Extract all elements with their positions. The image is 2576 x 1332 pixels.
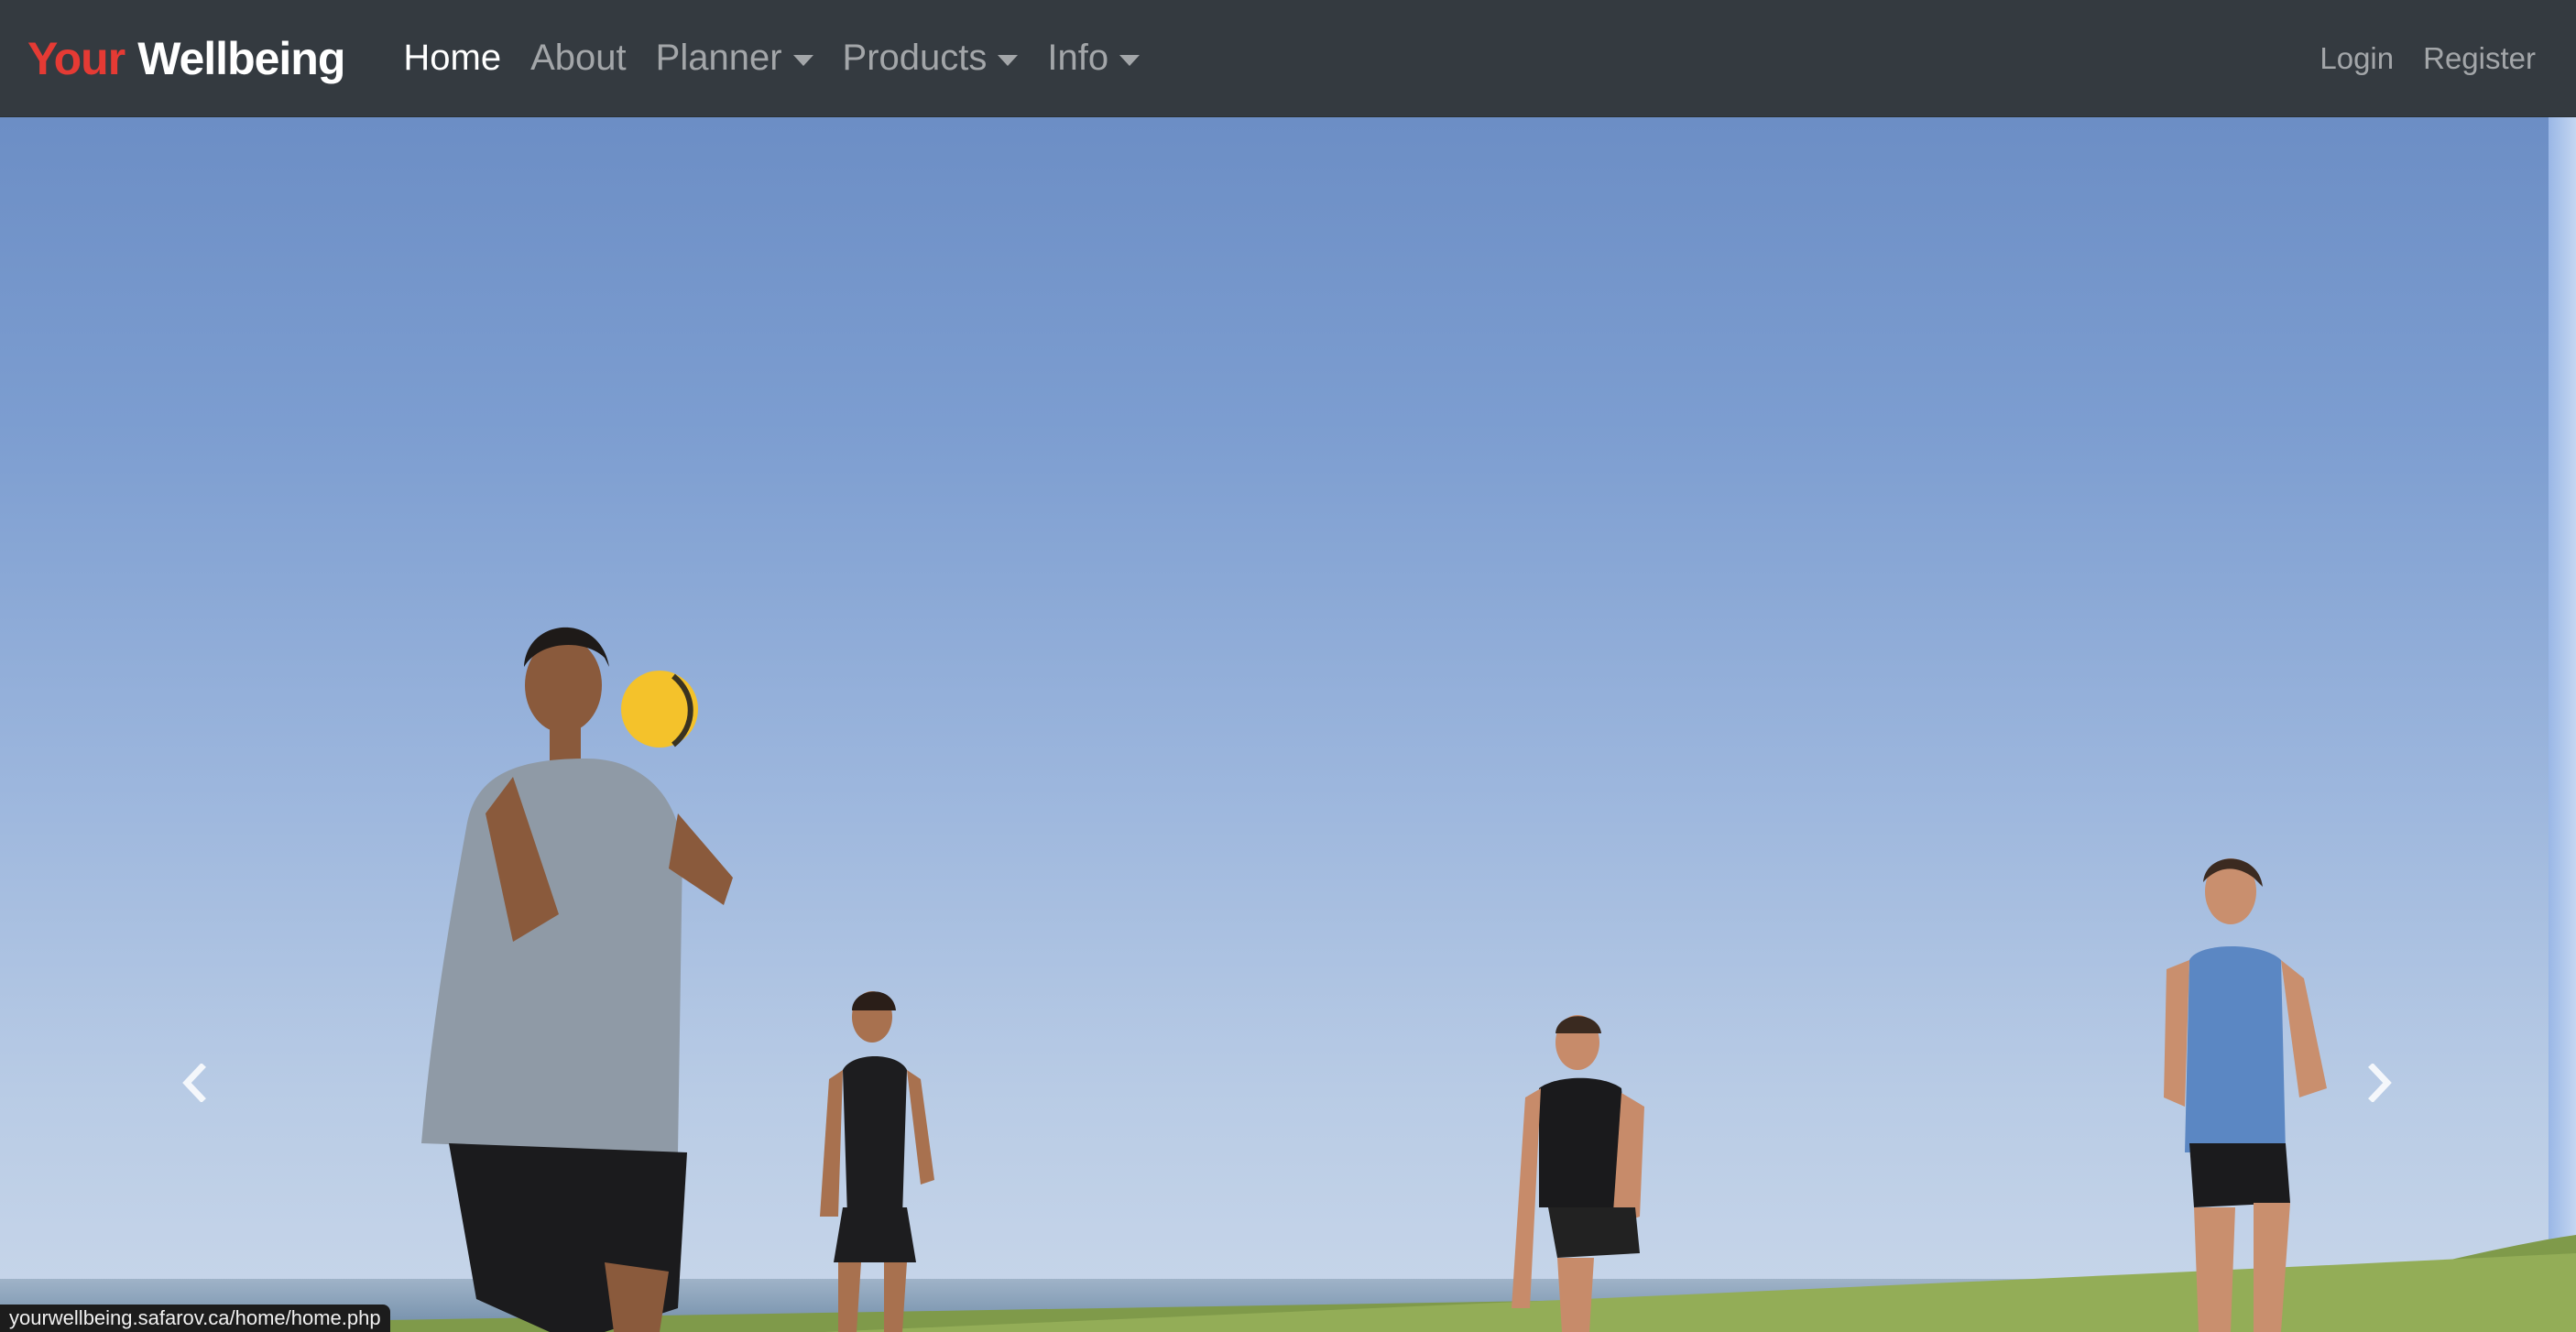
chevron-right-icon	[2368, 1064, 2392, 1102]
carousel-prev-button[interactable]	[170, 1055, 216, 1110]
nav-planner-dropdown[interactable]: Planner	[641, 38, 828, 79]
login-link[interactable]: Login	[2305, 41, 2408, 76]
nav-products-label: Products	[842, 38, 988, 78]
player-woman-black	[820, 991, 934, 1332]
nav-about[interactable]: About	[516, 38, 641, 79]
brand-wellbeing: Wellbeing	[137, 32, 345, 84]
nav-products-dropdown[interactable]: Products	[828, 38, 1033, 79]
caret-down-icon	[998, 54, 1019, 66]
main-nav: Home About Planner Products Info	[388, 38, 1154, 79]
hero-photo-illustration	[0, 627, 2576, 1332]
yellow-ball	[621, 671, 698, 748]
auth-nav: Login Register	[2305, 41, 2550, 76]
brand-your: Your	[27, 32, 126, 84]
player-man-crouching	[1512, 1015, 1644, 1332]
chevron-left-icon	[182, 1064, 206, 1102]
register-link[interactable]: Register	[2408, 41, 2550, 76]
nav-home[interactable]: Home	[388, 38, 516, 79]
hero-carousel	[0, 117, 2576, 1332]
nav-info-label: Info	[1047, 38, 1109, 78]
brand-logo[interactable]: Your Wellbeing	[27, 32, 345, 84]
browser-status-url: yourwellbeing.safarov.ca/home/home.php	[0, 1305, 390, 1332]
caret-down-icon	[1119, 54, 1141, 66]
top-navbar: Your Wellbeing Home About Planner Produc…	[0, 0, 2576, 117]
caret-down-icon	[792, 54, 813, 66]
nav-planner-label: Planner	[655, 38, 782, 78]
nav-info-dropdown[interactable]: Info	[1032, 38, 1154, 79]
player-woman-blue	[2164, 858, 2327, 1332]
carousel-next-button[interactable]	[2358, 1055, 2404, 1110]
